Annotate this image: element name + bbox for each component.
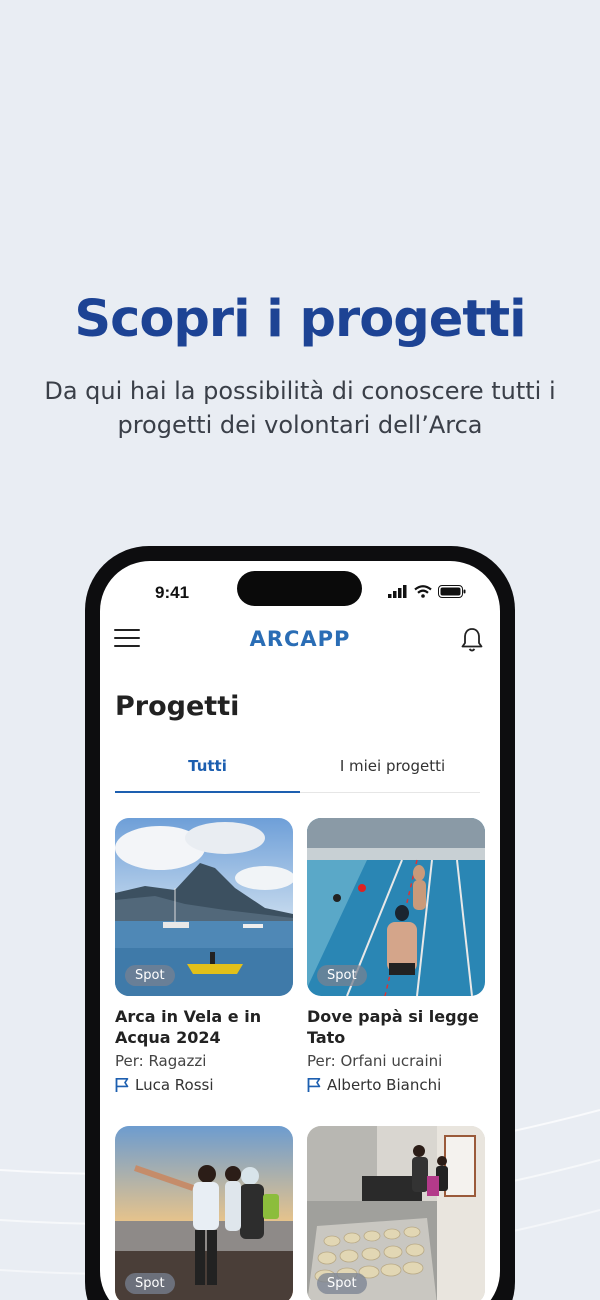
page-title: Progetti xyxy=(115,691,240,722)
battery-icon xyxy=(438,585,466,598)
project-card[interactable]: Spot Dove papà si legge Tato Per: Orfani… xyxy=(307,818,485,1094)
project-owner: Alberto Bianchi xyxy=(307,1076,485,1094)
project-target: Per: Ragazzi xyxy=(115,1052,207,1070)
flag-icon xyxy=(115,1078,129,1092)
project-title: Arca in Vela e in Acqua 2024 xyxy=(115,1007,262,1047)
notifications-button[interactable] xyxy=(460,627,486,655)
owner-name: Luca Rossi xyxy=(135,1076,214,1094)
hero-title: Scopri i progetti xyxy=(74,290,526,349)
project-target: Per: Orfani ucraini xyxy=(307,1052,443,1070)
spot-badge: Spot xyxy=(317,1273,367,1294)
active-tab-indicator xyxy=(115,791,300,793)
app-bar: ARCAPP xyxy=(100,621,500,661)
project-image: Spot xyxy=(115,1126,293,1300)
project-tabs: Tutti I miei progetti xyxy=(115,747,480,793)
wifi-icon xyxy=(414,585,432,598)
project-title: Dove papà si legge Tato xyxy=(307,1007,479,1047)
signal-icon xyxy=(388,585,407,598)
tab-tutti[interactable]: Tutti xyxy=(115,757,300,775)
phone-screen: 9:41 ARCAPP Progetti Tutti I miei proget… xyxy=(100,561,500,1300)
flag-icon xyxy=(307,1078,321,1092)
spot-badge: Spot xyxy=(125,965,175,986)
spot-badge: Spot xyxy=(317,965,367,986)
status-time: 9:41 xyxy=(155,583,190,602)
project-card[interactable]: Spot xyxy=(307,1126,485,1300)
status-icons xyxy=(388,585,466,598)
dynamic-island xyxy=(237,571,362,606)
hero-subtitle: Da qui hai la possibilità di conoscere t… xyxy=(44,377,556,439)
project-image: Spot xyxy=(307,1126,485,1300)
project-card[interactable]: Spot xyxy=(115,1126,293,1300)
project-owner: Luca Rossi xyxy=(115,1076,293,1094)
app-brand: ARCAPP xyxy=(249,627,351,651)
tab-miei-progetti[interactable]: I miei progetti xyxy=(300,757,485,775)
project-card[interactable]: Spot Arca in Vela e in Acqua 2024 Per: R… xyxy=(115,818,293,1094)
spot-badge: Spot xyxy=(125,1273,175,1294)
bell-icon xyxy=(461,628,483,652)
project-image: Spot xyxy=(115,818,293,996)
project-image: Spot xyxy=(307,818,485,996)
owner-name: Alberto Bianchi xyxy=(327,1076,442,1094)
